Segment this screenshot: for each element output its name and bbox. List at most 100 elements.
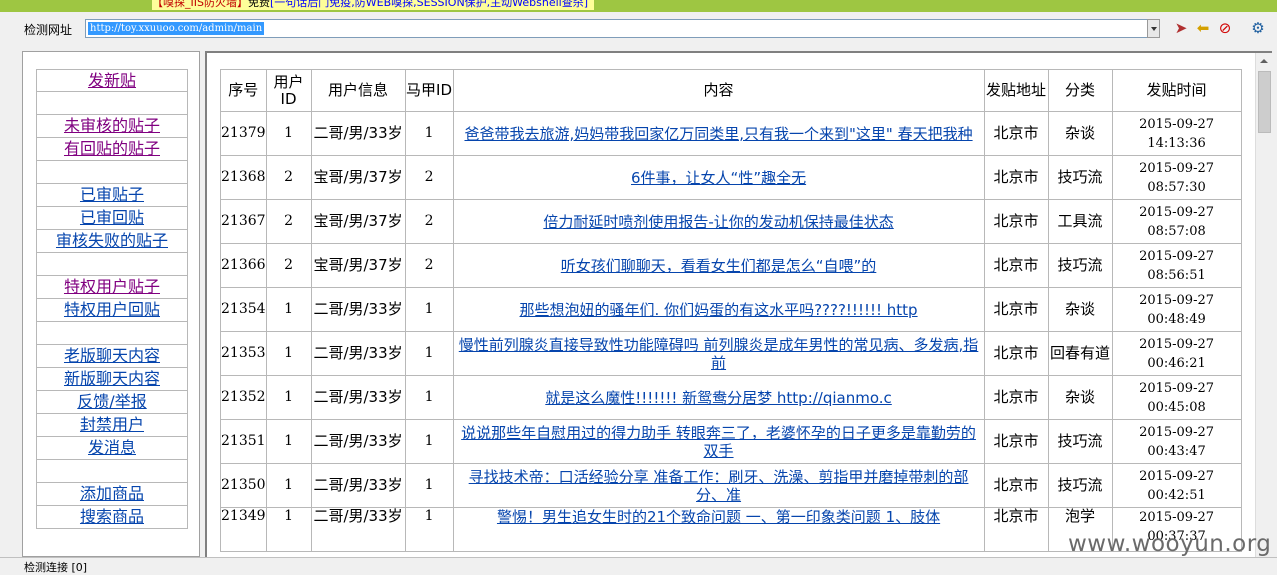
sidebar-item-link[interactable]: 封禁用户 [80, 415, 144, 434]
sidebar-item[interactable]: 反馈/举报 [36, 391, 188, 414]
sidebar-item-link[interactable]: 发新贴 [88, 71, 136, 90]
scroll-up-icon[interactable] [1256, 53, 1272, 69]
sidebar-item-link[interactable]: 反馈/举报 [77, 392, 146, 411]
post-clock: 14:13:36 [1147, 135, 1206, 151]
address-label: 检测网址 [24, 23, 73, 37]
cell-mjid: 1 [404, 375, 454, 420]
table-row: 21351 1 二哥/男/33岁 1 说说那些年自慰用过的得力助手 转眼奔三了，老婆怀孕… [220, 419, 1242, 464]
settings-icon[interactable]: ⚙ [1249, 19, 1267, 37]
go-icon[interactable]: ➤ [1172, 19, 1190, 37]
cell-category: 回春有道 [1047, 331, 1113, 376]
cell-time: 2015-09-27 08:56:51 [1111, 243, 1242, 288]
cell-category: 技巧流 [1047, 463, 1113, 508]
post-date: 2015-09-27 [1139, 292, 1215, 308]
sidebar-item[interactable]: 封禁用户 [36, 414, 188, 437]
sidebar-item-link[interactable]: 新版聊天内容 [64, 369, 160, 388]
sidebar-item-link[interactable]: 已审贴子 [80, 185, 144, 204]
sidebar-item-link[interactable]: 有回贴的贴子 [64, 139, 160, 158]
sidebar-item[interactable]: 未审核的贴子 [36, 115, 188, 138]
cell-location: 北京市 [983, 331, 1049, 376]
col-header-category: 分类 [1047, 69, 1113, 112]
table-row: 21379 1 二哥/男/33岁 1 爸爸带我去旅游,妈妈带我回家亿万同类里,只有我一个… [220, 111, 1242, 156]
col-header-seq: 序号 [220, 69, 267, 112]
table-row: 21352 1 二哥/男/33岁 1 就是这么魔性!!!!!!! 新鸳鸯分居梦 http… [220, 375, 1242, 420]
sidebar-item-link[interactable]: 审核失败的贴子 [56, 231, 168, 250]
table-row: 21353 1 二哥/男/33岁 1 慢性前列腺炎直接导致性功能障碍吗 前列腺炎是成年男… [220, 331, 1242, 376]
post-link[interactable]: 听女孩们聊聊天，看看女生们都是怎么“自喂”的 [561, 257, 877, 275]
address-input[interactable]: http://toy.xxuuoo.com/admin/main [85, 19, 1159, 38]
vertical-scrollbar[interactable] [1255, 53, 1272, 557]
cell-location: 北京市 [983, 419, 1049, 464]
sidebar-item-link[interactable]: 特权用户贴子 [64, 277, 160, 296]
cell-location: 北京市 [983, 243, 1049, 288]
sidebar-item-link[interactable]: 发消息 [88, 438, 136, 457]
table-header-row: 序号 用户ID 用户信息 马甲ID 内容 发贴地址 分类 发贴时间 [220, 69, 1242, 112]
banner-ad[interactable]: 【嗅探_IIS防火墙】免费[一句话后门免疫,防WEB嗅探,SESSION保护,主… [152, 0, 595, 10]
post-link[interactable]: 警惕！男生追女生时的21个致命问题 一、第一印象类问题 1、肢体 [497, 508, 940, 526]
post-link[interactable]: 就是这么魔性!!!!!!! 新鸳鸯分居梦 http://qianmo.c [545, 389, 892, 407]
post-clock: 00:48:49 [1147, 311, 1206, 327]
cell-uinfo: 二哥/男/33岁 [310, 111, 406, 156]
cell-uinfo: 二哥/男/33岁 [310, 331, 406, 376]
sidebar-item-link[interactable]: 搜索商品 [80, 507, 144, 526]
cell-category: 技巧流 [1047, 243, 1113, 288]
back-arrow-icon[interactable]: ⬅ [1194, 19, 1212, 37]
cell-content: 那些想泡妞的骚年们. 你们妈蛋的有这水平吗????!!!!!! http [452, 287, 985, 332]
sidebar-item-link[interactable]: 特权用户回贴 [64, 300, 160, 319]
cell-mjid: 2 [404, 155, 454, 200]
posts-table-body: 21379 1 二哥/男/33岁 1 爸爸带我去旅游,妈妈带我回家亿万同类里,只有我一个… [220, 111, 1242, 552]
cell-uid: 1 [265, 331, 312, 376]
sidebar-item-link[interactable]: 添加商品 [80, 484, 144, 503]
sidebar-item[interactable]: 添加商品 [36, 483, 188, 506]
sidebar-item-link[interactable]: 老版聊天内容 [64, 346, 160, 365]
sidebar-item[interactable]: 审核失败的贴子 [36, 230, 188, 253]
cell-uinfo: 二哥/男/33岁 [310, 419, 406, 464]
cell-seq: 21349 [220, 507, 267, 552]
sidebar-item-link[interactable]: 已审回贴 [80, 208, 144, 227]
col-header-time: 发贴时间 [1111, 69, 1242, 112]
sidebar-item[interactable]: 已审贴子 [36, 184, 188, 207]
scroll-thumb[interactable] [1258, 71, 1271, 133]
sidebar-item-link[interactable]: 未审核的贴子 [64, 116, 160, 135]
cell-content: 6件事，让女人“性”趣全无 [452, 155, 985, 200]
post-link[interactable]: 6件事，让女人“性”趣全无 [631, 169, 806, 187]
post-clock: 00:46:21 [1147, 355, 1206, 371]
post-link[interactable]: 那些想泡妞的骚年们. 你们妈蛋的有这水平吗????!!!!!! http [520, 301, 918, 319]
cell-uid: 1 [265, 463, 312, 508]
post-link[interactable]: 爸爸带我去旅游,妈妈带我回家亿万同类里,只有我一个来到"这里" 春天把我种 [464, 125, 972, 143]
address-dropdown-button[interactable] [1147, 19, 1160, 38]
address-value[interactable]: http://toy.xxuuoo.com/admin/main [88, 22, 265, 35]
post-date: 2015-09-27 [1139, 116, 1215, 132]
post-link[interactable]: 倍力耐延时喷剂使用报告-让你的发动机保持最佳状态 [543, 213, 893, 231]
post-link[interactable]: 慢性前列腺炎直接导致性功能障碍吗 前列腺炎是成年男性的常见病、多发病,指前 [459, 336, 979, 372]
cell-mjid: 1 [404, 419, 454, 464]
sidebar-item[interactable]: 特权用户回贴 [36, 299, 188, 322]
sidebar-item[interactable]: 有回贴的贴子 [36, 138, 188, 161]
table-row: 21367 2 宝哥/男/37岁 2 倍力耐延时喷剂使用报告-让你的发动机保持最佳状态北… [220, 199, 1242, 244]
sidebar-item[interactable]: 老版聊天内容 [36, 345, 188, 368]
post-link[interactable]: 说说那些年自慰用过的得力助手 转眼奔三了，老婆怀孕的日子更多是靠勤劳的双手 [461, 424, 976, 460]
sidebar-item[interactable]: 新版聊天内容 [36, 368, 188, 391]
sidebar-item[interactable]: 搜索商品 [36, 506, 188, 529]
cell-content: 慢性前列腺炎直接导致性功能障碍吗 前列腺炎是成年男性的常见病、多发病,指前 [452, 331, 985, 376]
stop-icon[interactable]: ⊘ [1216, 19, 1234, 37]
sidebar-item[interactable]: 已审回贴 [36, 207, 188, 230]
cell-location: 北京市 [983, 507, 1049, 552]
sidebar-item[interactable]: 发新贴 [36, 69, 188, 92]
table-row: 21368 2 宝哥/男/37岁 2 6件事，让女人“性”趣全无 北京市 技巧流 2015-0… [220, 155, 1242, 200]
table-row: 21354 1 二哥/男/33岁 1 那些想泡妞的骚年们. 你们妈蛋的有这水平吗????… [220, 287, 1242, 332]
sidebar-item[interactable]: 发消息 [36, 437, 188, 460]
cell-uid: 2 [265, 155, 312, 200]
cell-seq: 21351 [220, 419, 267, 464]
col-header-content: 内容 [452, 69, 985, 112]
col-header-mjid: 马甲ID [404, 69, 454, 112]
post-link[interactable]: 寻找技术帝：口活经验分享 准备工作：刷牙、洗澡、剪指甲并磨掉带刺的部分、准 [469, 468, 969, 504]
post-clock: 00:43:47 [1147, 443, 1206, 459]
cell-seq: 21354 [220, 287, 267, 332]
cell-time: 2015-09-27 00:46:21 [1111, 331, 1242, 376]
cell-mjid: 1 [404, 331, 454, 376]
post-date: 2015-09-27 [1139, 468, 1215, 484]
cell-seq: 21368 [220, 155, 267, 200]
sidebar-item[interactable]: 特权用户贴子 [36, 276, 188, 299]
cell-uinfo: 二哥/男/33岁 [310, 463, 406, 508]
